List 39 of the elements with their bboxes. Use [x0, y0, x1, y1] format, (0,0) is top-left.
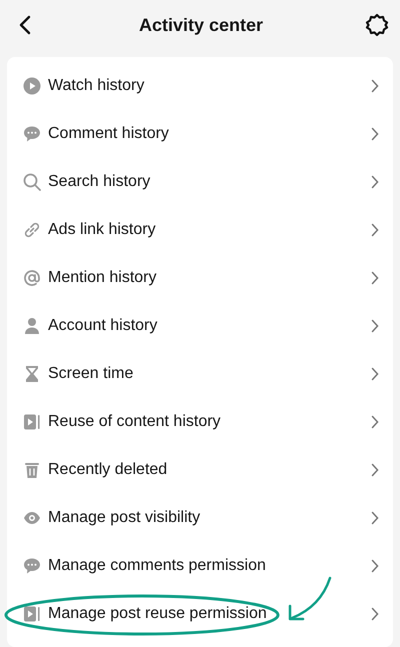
chevron-right-icon — [371, 559, 379, 573]
chevron-right-icon — [371, 271, 379, 285]
chevron-right-icon — [371, 127, 379, 141]
menu-item[interactable]: Recently deleted — [7, 446, 393, 494]
comment-icon — [23, 125, 41, 143]
chevron-right-icon — [371, 79, 379, 93]
page-title: Activity center — [138, 14, 264, 36]
trash-icon — [23, 461, 41, 479]
chevron-right-icon — [371, 415, 379, 429]
person-icon — [23, 317, 41, 335]
chevron-right-icon — [371, 463, 379, 477]
hourglass-icon — [23, 365, 41, 383]
video-frame-icon — [23, 605, 41, 623]
menu-item[interactable]: Comment history — [7, 110, 393, 158]
menu-item[interactable]: Screen time — [7, 350, 393, 398]
menu-item[interactable]: Reuse of content history — [7, 398, 393, 446]
chevron-right-icon — [371, 607, 379, 621]
menu-item[interactable]: Manage post visibility — [7, 494, 393, 542]
eye-icon — [23, 509, 41, 527]
gear-icon — [365, 13, 389, 37]
chevron-right-icon — [371, 367, 379, 381]
menu-item[interactable]: Search history — [7, 158, 393, 206]
link-icon — [23, 221, 41, 239]
chevron-right-icon — [371, 319, 379, 333]
comment-icon — [23, 557, 41, 575]
menu-item[interactable]: Manage comments permission — [7, 542, 393, 590]
chevron-right-icon — [371, 175, 379, 189]
menu-item[interactable]: Watch history — [7, 62, 393, 110]
settings-button[interactable] — [364, 12, 390, 38]
at-sign-icon — [23, 269, 41, 287]
chevron-right-icon — [371, 511, 379, 525]
menu-item[interactable]: Mention history — [7, 254, 393, 302]
play-icon — [23, 77, 41, 95]
search-icon — [23, 173, 41, 191]
menu-item[interactable]: Ads link history — [7, 206, 393, 254]
menu-item[interactable]: Manage post reuse permission — [7, 590, 393, 638]
video-frame-icon — [23, 413, 41, 431]
chevron-right-icon — [371, 223, 379, 237]
menu-item[interactable]: Account history — [7, 302, 393, 350]
